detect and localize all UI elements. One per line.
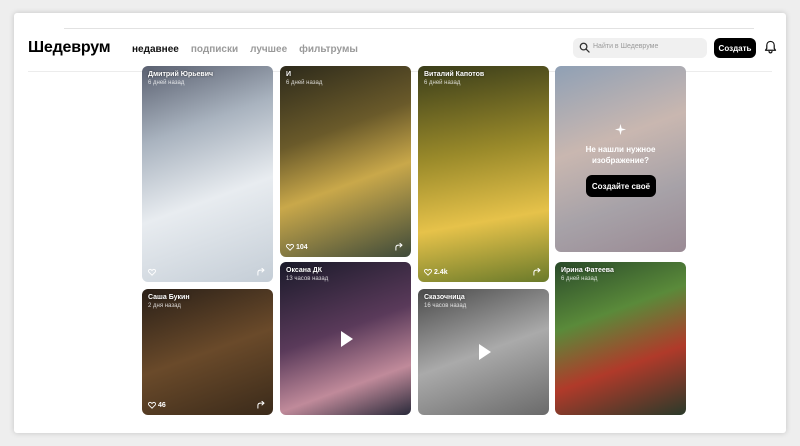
tab-recent[interactable]: недавнее [132, 44, 179, 55]
header: Шедеврум недавнее подписки лучшее фильтр… [14, 37, 786, 67]
share-icon[interactable] [257, 400, 266, 409]
play-icon[interactable] [473, 341, 495, 363]
feed-card[interactable]: Оксана ДК 13 часов назад [280, 262, 411, 415]
like-button[interactable]: 46 [148, 401, 166, 409]
like-count: 46 [158, 401, 166, 409]
card-time: 6 дней назад [424, 80, 461, 86]
card-author[interactable]: И [286, 71, 291, 78]
heart-icon [148, 268, 156, 276]
card-time: 6 дней назад [561, 276, 598, 282]
feed-card[interactable]: Сказочница 16 часов назад [418, 289, 549, 415]
play-icon[interactable] [335, 328, 357, 350]
card-time: 16 часов назад [424, 303, 467, 309]
card-author[interactable]: Саша Букин [148, 294, 190, 301]
card-time: 13 часов назад [286, 276, 329, 282]
like-count: 104 [296, 243, 308, 251]
card-author[interactable]: Сказочница [424, 294, 465, 301]
heart-icon [286, 243, 294, 251]
top-divider [64, 28, 754, 29]
feed-card[interactable]: Дмитрий Юрьевич 6 дней назад [142, 66, 273, 282]
search-input[interactable]: Найти в Шедевруме [573, 38, 707, 58]
feed-card[interactable]: Ирина Фатеева 6 дней назад [555, 262, 686, 415]
card-time: 2 дня назад [148, 303, 181, 309]
create-own-button[interactable]: Создайте своё [586, 175, 656, 197]
card-time: 6 дней назад [148, 80, 185, 86]
prompt-text: Не нашли нужное изображение? [585, 145, 656, 165]
card-author[interactable]: Ирина Фатеева [561, 267, 614, 274]
bell-icon[interactable] [764, 40, 777, 54]
search-icon [579, 42, 590, 53]
like-button[interactable]: 104 [286, 243, 308, 251]
heart-icon [424, 268, 432, 276]
create-prompt-card: Не нашли нужное изображение? Создайте св… [555, 66, 686, 252]
sparkle-icon [614, 123, 627, 136]
share-icon[interactable] [533, 267, 542, 276]
heart-icon [148, 401, 156, 409]
feed-card[interactable]: И 6 дней назад 104 [280, 66, 411, 257]
card-time: 6 дней назад [286, 80, 323, 86]
logo[interactable]: Шедеврум [28, 39, 111, 57]
tab-subscriptions[interactable]: подписки [191, 44, 238, 55]
like-count: 2.4k [434, 268, 448, 276]
like-button[interactable]: 2.4k [424, 268, 448, 276]
feed-card[interactable]: Виталий Капотов 6 дней назад 2.4k [418, 66, 549, 282]
tab-filtrums[interactable]: фильтрумы [299, 44, 358, 55]
feed-card[interactable]: Саша Букин 2 дня назад 46 [142, 289, 273, 415]
card-author[interactable]: Виталий Капотов [424, 71, 484, 78]
nav-tabs: недавнее подписки лучшее фильтрумы [132, 44, 358, 55]
tab-best[interactable]: лучшее [250, 44, 287, 55]
app-window: Шедеврум недавнее подписки лучшее фильтр… [14, 13, 786, 433]
card-author[interactable]: Дмитрий Юрьевич [148, 71, 213, 78]
card-author[interactable]: Оксана ДК [286, 267, 322, 274]
like-button[interactable] [148, 268, 158, 276]
share-icon[interactable] [257, 267, 266, 276]
search-placeholder: Найти в Шедевруме [593, 43, 659, 50]
share-icon[interactable] [395, 242, 404, 251]
create-button[interactable]: Создать [714, 38, 756, 58]
